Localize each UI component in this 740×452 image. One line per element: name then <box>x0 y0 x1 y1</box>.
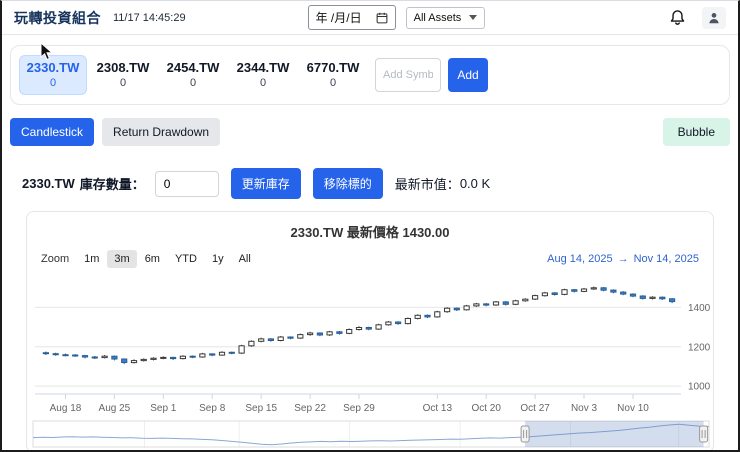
header-actions <box>669 6 726 29</box>
symbol-tab-qty: 0 <box>259 77 267 89</box>
svg-text:Sep 22: Sep 22 <box>294 403 326 414</box>
symbol-tab-6770tw[interactable]: 6770.TW 0 <box>299 56 367 94</box>
add-symbol-button[interactable]: Add <box>448 58 488 92</box>
market-value: 0.0 K <box>459 176 491 191</box>
symbol-tab-label: 2308.TW <box>96 60 150 75</box>
symbol-tab-qty: 0 <box>329 77 337 89</box>
symbol-tab-label: 2344.TW <box>236 60 290 75</box>
candlestick-view-button[interactable]: Candlestick <box>10 118 95 146</box>
range-arrow: → <box>617 253 629 265</box>
symbol-tab-2454tw[interactable]: 2454.TW 0 <box>159 56 227 94</box>
app-window: 玩轉投資組合 11/17 14:45:29 年 /月/日 All Assets <box>0 0 740 452</box>
date-range-inputs[interactable]: Aug 14, 2025 → Nov 14, 2025 <box>547 253 699 265</box>
symbol-tabs-bar: 2330.TW 0 2308.TW 0 2454.TW 0 2344.TW 0 … <box>10 45 730 105</box>
date-picker-placeholder: 年 /月/日 <box>315 11 362 25</box>
zoom-button-3m[interactable]: 3m <box>107 250 137 268</box>
chart-navigator[interactable]: Jan 2025Mar 2025May 2025Jul 2025Sep 2025… <box>27 418 715 452</box>
bell-icon[interactable] <box>669 9 686 26</box>
app-title: 玩轉投資組合 <box>14 9 101 26</box>
symbol-tab-2344tw[interactable]: 2344.TW 0 <box>229 56 297 94</box>
svg-text:Sep 29: Sep 29 <box>343 403 375 414</box>
return-drawdown-view-button[interactable]: Return Drawdown <box>102 118 221 146</box>
person-icon <box>709 12 719 23</box>
symbol-tab-2308tw[interactable]: 2308.TW 0 <box>89 56 157 94</box>
assets-filter-value: All Assets <box>413 11 462 24</box>
svg-text:Oct 20: Oct 20 <box>471 403 501 414</box>
svg-text:Aug 25: Aug 25 <box>99 403 131 414</box>
add-symbol-input[interactable] <box>375 58 441 92</box>
chevron-down-icon <box>469 15 478 20</box>
bubble-view-button[interactable]: Bubble <box>662 118 730 146</box>
holdings-qty-label: 庫存數量： <box>79 177 145 192</box>
calendar-icon <box>376 12 388 23</box>
zoom-button-6m[interactable]: 6m <box>138 250 167 268</box>
svg-text:Oct 27: Oct 27 <box>520 403 550 414</box>
candlestick-chart[interactable]: 1000 1200 1400 Aug 18 Aug 25 Sep 1 Sep 8 Sep 15… <box>27 270 715 418</box>
range-to-input[interactable]: Nov 14, 2025 <box>634 253 699 265</box>
market-value-label: 最新市值： <box>394 177 460 192</box>
symbol-tab-2330tw[interactable]: 2330.TW 0 <box>19 55 87 95</box>
svg-text:1400: 1400 <box>688 303 711 314</box>
holdings-symbol-label: 2330.TW <box>22 176 75 191</box>
svg-text:Nov 3: Nov 3 <box>571 403 598 414</box>
zoom-label: Zoom <box>41 253 70 265</box>
svg-text:Nov 10: Nov 10 <box>617 403 649 414</box>
user-account-button[interactable] <box>702 6 726 29</box>
update-holdings-button[interactable]: 更新庫存 <box>230 168 301 199</box>
view-mode-toolbar: Candlestick Return Drawdown Bubble <box>10 118 730 146</box>
svg-text:1200: 1200 <box>688 342 711 353</box>
date-picker-input[interactable]: 年 /月/日 <box>307 5 396 30</box>
range-selector-row: Zoom 1m 3m 6m YTD 1y All Aug 14, 2025 → … <box>27 241 713 270</box>
holdings-controls: 2330.TW 庫存數量： 更新庫存 移除標的 最新市值： 0.0 K <box>22 168 730 199</box>
svg-text:Aug 18: Aug 18 <box>50 403 82 414</box>
zoom-button-1m[interactable]: 1m <box>77 250 106 268</box>
symbol-tab-label: 6770.TW <box>306 60 360 75</box>
remove-symbol-button[interactable]: 移除標的 <box>312 168 383 199</box>
svg-text:Sep 15: Sep 15 <box>245 403 277 414</box>
range-from-input[interactable]: Aug 14, 2025 <box>547 253 612 265</box>
zoom-button-all[interactable]: All <box>232 250 258 268</box>
zoom-button-ytd[interactable]: YTD <box>168 250 204 268</box>
svg-text:Sep 1: Sep 1 <box>150 403 177 414</box>
clock-timestamp: 11/17 14:45:29 <box>113 11 186 24</box>
top-bar: 玩轉投資組合 11/17 14:45:29 年 /月/日 All Assets <box>2 1 738 35</box>
symbol-tab-qty: 0 <box>119 77 127 89</box>
svg-text:1000: 1000 <box>688 382 711 393</box>
symbol-tab-qty: 0 <box>189 77 197 89</box>
holdings-qty-input[interactable] <box>154 170 219 197</box>
symbol-tab-qty: 0 <box>49 77 57 89</box>
chart-title: 2330.TW 最新價格 1430.00 <box>290 225 450 240</box>
zoom-button-1y[interactable]: 1y <box>205 250 231 268</box>
symbol-tab-label: 2454.TW <box>166 60 220 75</box>
svg-text:Oct 13: Oct 13 <box>423 403 453 414</box>
price-chart-card: 2330.TW 最新價格 1430.00 Zoom 1m 3m 6m YTD 1… <box>26 211 715 452</box>
assets-filter-select[interactable]: All Assets <box>405 6 486 29</box>
svg-text:Sep 8: Sep 8 <box>199 403 226 414</box>
symbol-tab-label: 2330.TW <box>26 60 80 75</box>
